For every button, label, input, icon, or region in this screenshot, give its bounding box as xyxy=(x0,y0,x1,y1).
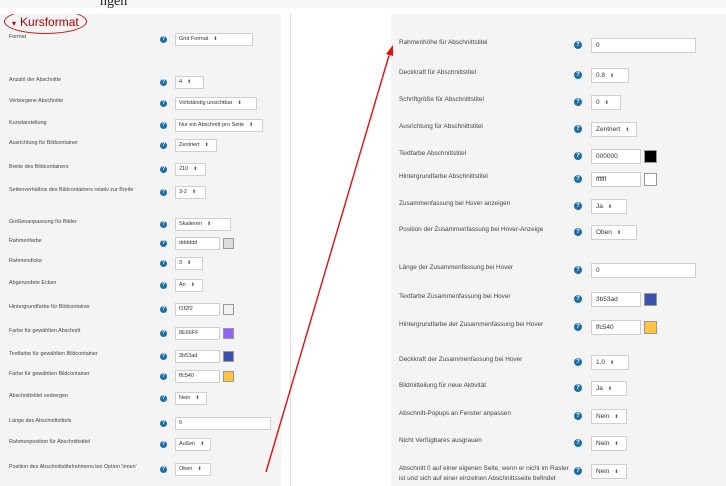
annotation-arrow xyxy=(265,45,393,473)
annotation-arrow-head xyxy=(386,45,393,56)
annotation-arrow-line xyxy=(265,51,391,473)
